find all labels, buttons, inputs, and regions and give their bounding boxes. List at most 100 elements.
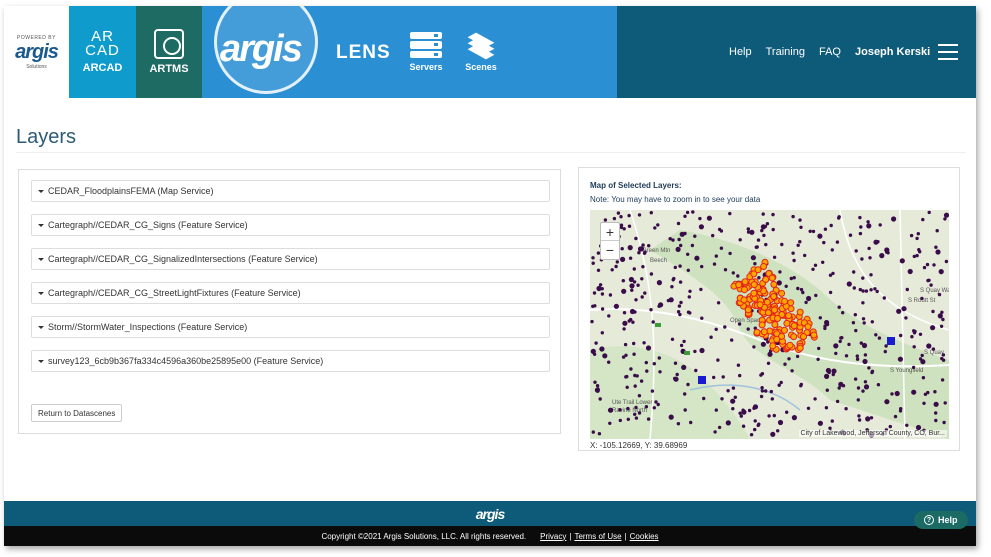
servers-button[interactable]: Servers [403,32,449,72]
selected-feature-point [768,274,776,282]
map-point [649,211,653,215]
nav-faq-link[interactable]: FAQ [819,46,841,58]
map-point [652,362,656,366]
caret-down-icon [38,325,44,329]
zoom-out-button[interactable]: − [601,241,619,259]
map-point [610,268,614,272]
map-point [854,249,858,253]
map-point [726,389,730,393]
selected-feature-point [796,344,804,352]
map-point [870,320,874,324]
help-widget-button[interactable]: ? Help [914,511,968,529]
map-point [700,264,704,269]
user-name[interactable]: Joseph Kerski [855,46,930,58]
selected-feature-point [741,278,749,286]
map-point [720,397,724,401]
map-point [776,429,780,433]
map-point [668,414,674,420]
map-point [621,355,626,359]
map-point [651,320,655,324]
layer-item[interactable]: CEDAR_FloodplainsFEMA (Map Service) [31,180,550,202]
map-point [592,291,597,295]
map-point [921,217,925,222]
map-attribution: City of Lakewood, Jefferson County, CO, … [798,430,947,437]
map-canvas[interactable]: Green MtnBeechOpen SpaceUte Trail LowerR… [590,210,949,439]
zoom-in-button[interactable]: + [601,223,619,241]
map-point [806,295,812,302]
map-point [935,249,941,255]
layer-item[interactable]: Storm//StormWater_Inspections (Feature S… [31,316,550,338]
cookies-link[interactable]: Cookies [630,532,659,541]
map-label: S Quay [924,350,944,356]
map-point [619,215,623,219]
privacy-link[interactable]: Privacy [540,532,566,541]
nav-help-link[interactable]: Help [729,46,752,58]
map-point [867,366,871,370]
map-point [811,229,816,234]
map-point [613,303,619,309]
terms-link[interactable]: Terms of Use [574,532,621,541]
map-point [915,253,919,258]
map-point [926,278,930,283]
map-point [653,226,657,230]
map-point [679,300,683,305]
map-point [931,309,935,314]
layer-item[interactable]: Cartegraph//CEDAR_CG_SignalizedIntersect… [31,248,550,270]
map-point [711,233,715,238]
layer-item[interactable]: Cartegraph//CEDAR_CG_StreetLightFixtures… [31,282,550,304]
map-point [712,262,717,266]
map-point [817,346,821,351]
map-point [828,290,833,295]
map-point [940,378,945,382]
selected-feature-point [774,315,781,322]
map-point [770,431,776,437]
map-point [943,217,947,221]
selected-feature-point [790,333,798,341]
map-point [755,245,759,249]
map-point [760,228,764,233]
arcad-app-tile[interactable]: AR CAD ARCAD [69,6,136,98]
zoom-control: + − [600,222,620,260]
nav-training-link[interactable]: Training [766,46,805,58]
map-point [834,351,838,356]
map-note: Note: You may have to zoom in to see you… [590,195,761,204]
map-point [714,408,718,412]
map-point [852,286,856,290]
argis-brand-logo[interactable]: POWERED BY argis Solutions [4,6,69,98]
map-point [631,320,635,324]
map-point [629,367,633,371]
map-view[interactable]: Green Mtn Beech Open Space Ute Trail Lower R… [590,210,949,439]
map-point [654,400,658,404]
map-point [798,240,802,244]
map-point [678,280,683,284]
map-point [798,218,802,222]
selected-feature-point [781,326,788,334]
map-point [867,246,871,251]
map-point [795,354,800,359]
map-point [591,261,595,265]
map-point [622,327,626,331]
map-point [932,263,936,267]
layer-item[interactable]: survey123_6cb9b367fa334c4596a360be25895e… [31,350,550,372]
map-point [847,342,851,347]
map-point [841,384,846,388]
clipboard-check-icon [154,29,184,59]
artms-app-tile[interactable]: ARTMS [136,6,202,98]
map-point [777,419,784,426]
map-point [829,223,833,228]
map-point [844,407,848,411]
selected-feature-point [778,289,786,297]
map-point [600,292,605,296]
map-point [941,353,946,357]
map-point [931,347,936,351]
layer-item[interactable]: Cartegraph//CEDAR_CG_Signs (Feature Serv… [31,214,550,236]
hamburger-menu-icon[interactable] [938,44,959,60]
return-to-datascenes-button[interactable]: Return to Datascenes [31,404,123,422]
map-panel: Map of Selected Layers: Note: You may ha… [578,167,960,451]
scenes-button[interactable]: Scenes [458,32,504,72]
map-point [824,373,830,379]
map-point [627,224,632,228]
map-point [769,389,773,394]
map-point [683,214,687,218]
selected-feature-point [762,276,770,283]
